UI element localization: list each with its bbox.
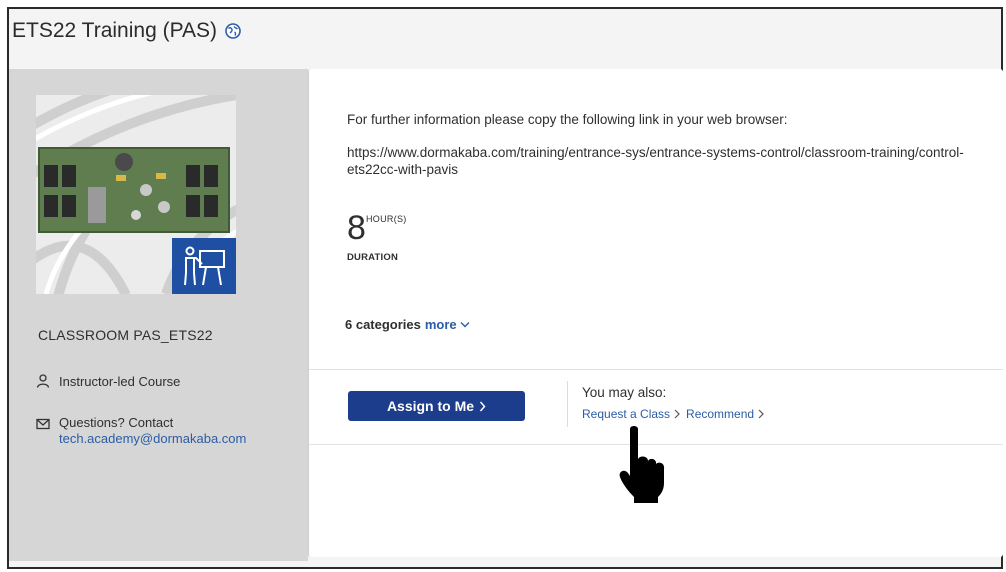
request-class-link[interactable]: Request a Class — [582, 407, 686, 421]
assign-to-me-button[interactable]: Assign to Me — [348, 391, 525, 421]
more-label: more — [424, 317, 457, 332]
delivery-type: Instructor-led Course — [59, 374, 181, 389]
chevron-right-icon — [674, 409, 680, 419]
course-details-card: For further information please copy the … — [308, 69, 1003, 557]
more-categories-link[interactable]: more — [425, 317, 470, 332]
duration-label: DURATION — [347, 252, 399, 263]
title-bar: ETS22 Training (PAS) — [9, 9, 1001, 69]
duration-unit: HOUR(S) — [366, 214, 407, 224]
contact-row: Questions? Contact tech.academy@dormakab… — [36, 415, 246, 447]
pointing-hand-icon — [619, 426, 665, 503]
secondary-actions: Request a Class Recommend — [582, 407, 770, 421]
categories-row: 6 categories more — [345, 317, 470, 332]
contact-block: Questions? Contact tech.academy@dormakab… — [59, 415, 246, 447]
app-window: ETS22 Training (PAS) CLASSROOM PAS_ETS22… — [7, 7, 1003, 569]
course-link-text: https://www.dormakaba.com/training/entra… — [347, 145, 964, 177]
questions-label: Questions? Contact — [59, 415, 174, 430]
recommend-label: Recommend — [686, 407, 755, 421]
assign-button-label: Assign to Me — [386, 398, 475, 414]
section-divider — [309, 369, 1003, 370]
categories-count: 6 categories — [345, 317, 421, 332]
info-text: For further information please copy the … — [347, 112, 788, 127]
chevron-right-icon — [480, 401, 486, 411]
page-title: ETS22 Training (PAS) — [12, 19, 218, 42]
course-id: CLASSROOM PAS_ETS22 — [38, 327, 213, 343]
action-separator — [567, 381, 568, 427]
person-icon — [36, 374, 50, 388]
course-thumbnail — [36, 95, 236, 294]
duration-value: 8 — [347, 209, 366, 247]
delivery-type-row: Instructor-led Course — [36, 374, 180, 389]
course-sidebar: CLASSROOM PAS_ETS22 Instructor-led Cours… — [9, 69, 308, 561]
may-also-label: You may also: — [582, 385, 667, 400]
mail-icon — [36, 418, 50, 430]
recommend-link[interactable]: Recommend — [686, 407, 770, 421]
globe-icon[interactable] — [225, 23, 242, 39]
chevron-right-icon — [758, 409, 764, 419]
request-class-label: Request a Class — [582, 407, 671, 421]
contact-email-link[interactable]: tech.academy@dormakaba.com — [59, 431, 246, 447]
chevron-down-icon — [460, 322, 470, 328]
